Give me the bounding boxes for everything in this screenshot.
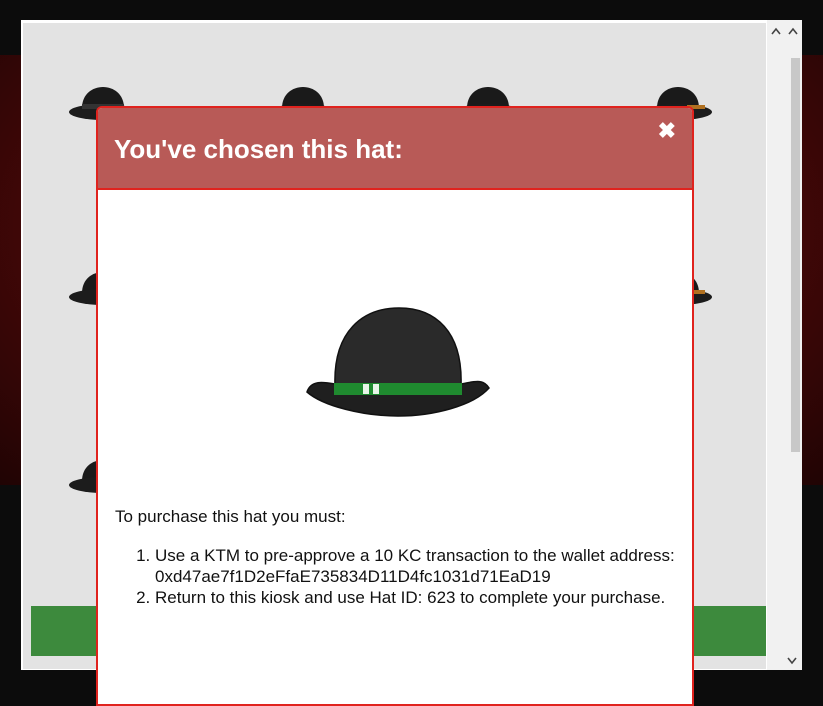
chosen-hat-image xyxy=(306,307,490,417)
scrollbar-thumb[interactable] xyxy=(791,58,800,452)
hat-confirmation-modal: You've chosen this hat: ✖ To purchase th… xyxy=(96,106,694,706)
chevron-up-icon[interactable] xyxy=(767,20,802,42)
instructions-intro: To purchase this hat you must: xyxy=(115,507,346,526)
close-icon[interactable]: ✖ xyxy=(658,118,676,144)
instruction-step: Return to this kiosk and use Hat ID: 623… xyxy=(155,587,675,608)
chevron-down-icon[interactable] xyxy=(767,650,802,670)
scrollbar[interactable] xyxy=(767,20,802,670)
instruction-step: Use a KTM to pre-approve a 10 KC transac… xyxy=(155,545,675,587)
instructions-steps: Use a KTM to pre-approve a 10 KC transac… xyxy=(115,545,675,608)
modal-title: You've chosen this hat: xyxy=(114,134,403,164)
modal-header: You've chosen this hat: ✖ xyxy=(98,108,692,190)
purchase-instructions: To purchase this hat you must: Use a KTM… xyxy=(115,506,675,608)
